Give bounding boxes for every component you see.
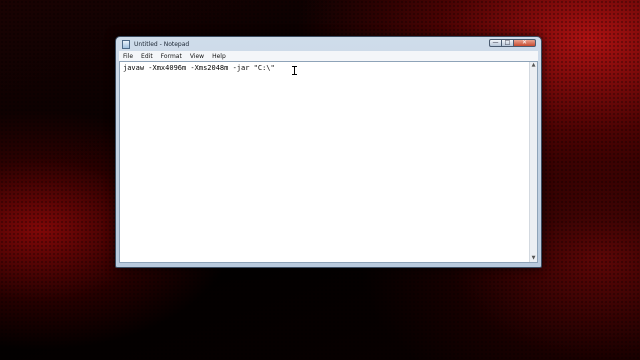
window-title: Untitled - Notepad [134, 40, 190, 48]
close-button[interactable]: ✕ [514, 39, 536, 47]
scroll-up-icon[interactable]: ▲ [530, 62, 537, 69]
editor-text: javaw -Xmx4096m -Xms2048m -jar "C:\" [123, 64, 275, 72]
menu-edit[interactable]: Edit [137, 53, 157, 60]
menu-bar: File Edit Format View Help [119, 51, 538, 61]
menu-help[interactable]: Help [208, 53, 230, 60]
text-cursor-icon [292, 66, 297, 75]
window-controls: — □ ✕ [489, 39, 536, 47]
notepad-icon [122, 39, 130, 49]
text-editor[interactable]: javaw -Xmx4096m -Xms2048m -jar "C:\" ▲ ▼ [119, 61, 538, 263]
maximize-button[interactable]: □ [502, 39, 514, 47]
title-bar[interactable]: Untitled - Notepad — □ ✕ [116, 37, 541, 51]
menu-file[interactable]: File [119, 53, 137, 60]
notepad-window[interactable]: Untitled - Notepad — □ ✕ File Edit Forma… [115, 36, 542, 268]
scroll-down-icon[interactable]: ▼ [530, 255, 537, 262]
vertical-scrollbar[interactable]: ▲ ▼ [529, 62, 537, 262]
menu-format[interactable]: Format [157, 53, 186, 60]
menu-view[interactable]: View [186, 53, 208, 60]
minimize-button[interactable]: — [489, 39, 502, 47]
